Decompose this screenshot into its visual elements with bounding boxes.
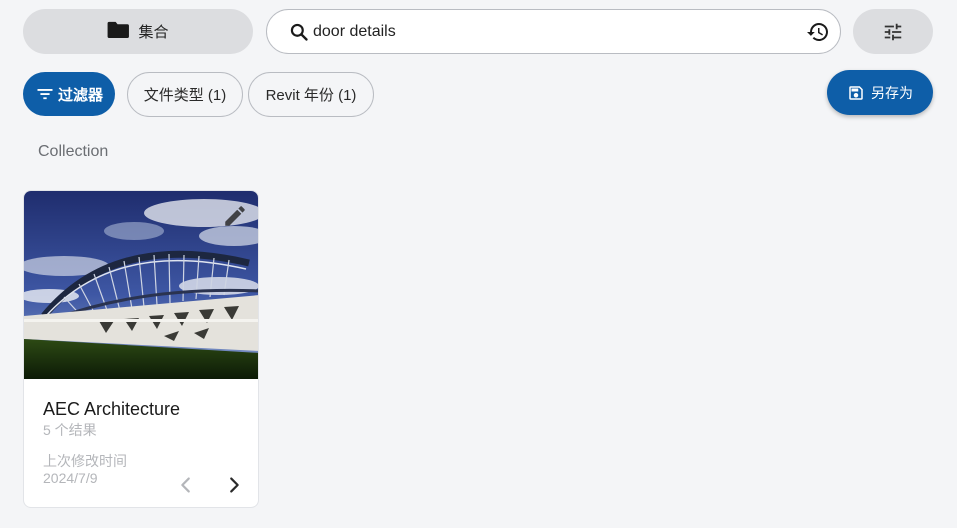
save-icon — [847, 84, 865, 102]
save-as-label: 另存为 — [871, 84, 913, 101]
chevron-left-icon[interactable] — [175, 474, 197, 496]
chip-label: 文件类型 (1) — [143, 87, 227, 104]
collections-label: 集合 — [138, 24, 169, 41]
filter-label: 过滤器 — [57, 86, 103, 104]
tune-button[interactable] — [853, 9, 933, 54]
chevron-right-icon[interactable] — [223, 474, 245, 496]
chip-label: Revit 年份 (1) — [265, 87, 357, 104]
search-bar — [266, 9, 841, 54]
app-root: 集合 过滤器 文件类型 (1) Revit 年份 (1) 另存为 — [0, 0, 957, 528]
card-title: AEC Architecture — [43, 399, 181, 419]
card-modified-date: 2024/7/9 — [43, 470, 98, 486]
collections-button[interactable]: 集合 — [23, 9, 253, 54]
search-icon — [289, 22, 309, 42]
card-result-count: 5 个结果 — [43, 422, 97, 438]
chip-revit-year[interactable]: Revit 年份 (1) — [248, 72, 374, 117]
chip-file-type[interactable]: 文件类型 (1) — [127, 72, 243, 117]
folder-icon — [107, 20, 130, 43]
save-as-button[interactable]: 另存为 — [827, 70, 933, 115]
card-modified-label: 上次修改时间 — [43, 453, 127, 469]
tune-icon — [882, 21, 904, 43]
collection-card[interactable]: AEC Architecture 5 个结果 上次修改时间 2024/7/9 — [23, 190, 259, 508]
search-input[interactable] — [313, 22, 806, 41]
section-title: Collection — [38, 143, 109, 160]
filter-icon — [35, 84, 55, 104]
edit-icon[interactable] — [222, 203, 248, 229]
history-icon[interactable] — [806, 20, 830, 44]
filter-button[interactable]: 过滤器 — [23, 72, 115, 116]
